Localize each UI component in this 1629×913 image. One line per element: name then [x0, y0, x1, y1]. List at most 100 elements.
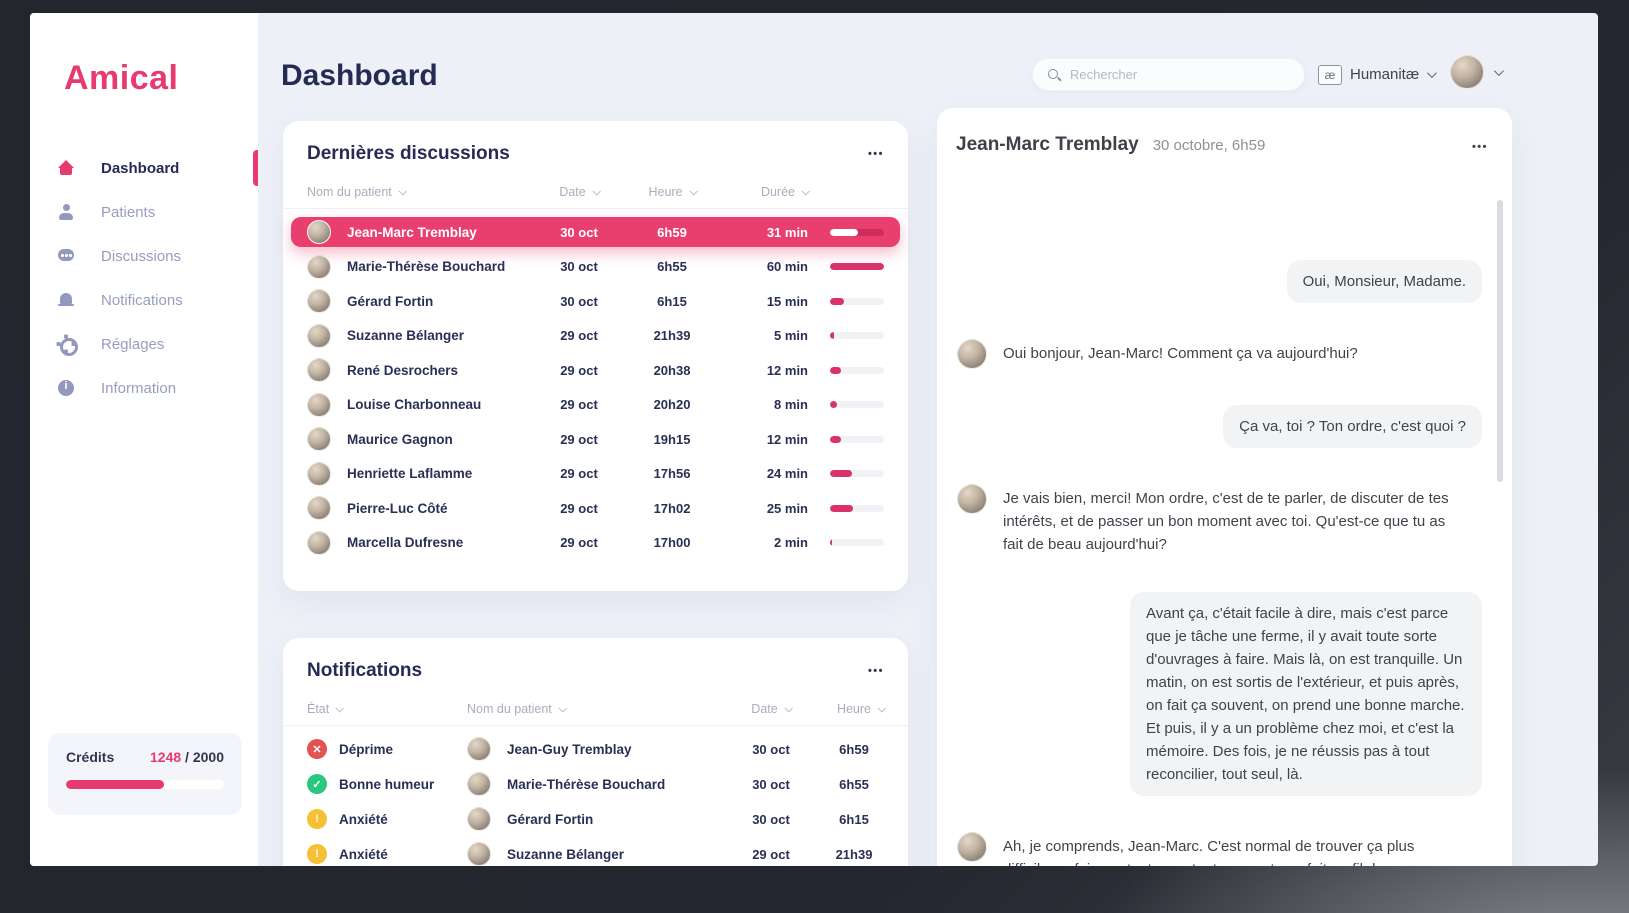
duration-bar-fill [830, 367, 841, 374]
sort-chevron-icon [784, 704, 792, 712]
sidebar-item[interactable]: Dashboard [30, 146, 258, 190]
language-label: Humanitæ [1350, 66, 1419, 83]
sort-duration[interactable]: Durée [728, 185, 808, 199]
notification-time: 21h39 [824, 847, 884, 862]
nav-icon [57, 335, 75, 353]
message-text: Ça va, toi ? Ton ordre, c'est quoi ? [1223, 405, 1482, 448]
page-title: Dashboard [281, 59, 438, 93]
sidebar-item[interactable]: Information [30, 366, 258, 410]
patient-avatar [307, 427, 331, 451]
app-logo: Amical [64, 59, 179, 98]
profile-menu[interactable] [1450, 55, 1501, 89]
status-label: Anxiété [339, 812, 388, 827]
discussion-time: 17h56 [626, 466, 718, 481]
chevron-down-icon [1494, 66, 1504, 76]
notifications-menu-button[interactable]: ••• [868, 665, 884, 677]
chat-message: Je vais bien, merci! Mon ordre, c'est de… [957, 484, 1482, 556]
discussion-duration: 25 min [728, 501, 808, 516]
discussion-date: 29 oct [542, 363, 616, 378]
sort-name[interactable]: Nom du patient [467, 702, 718, 716]
sort-time[interactable]: Heure [626, 185, 718, 199]
status-label: Anxiété [339, 847, 388, 862]
patient-name: Marie-Thérèse Bouchard [347, 259, 505, 274]
discussions-menu-button[interactable]: ••• [868, 148, 884, 160]
discussion-duration: 24 min [728, 466, 808, 481]
message-text: Je vais bien, merci! Mon ordre, c'est de… [1003, 484, 1461, 556]
sidebar-item[interactable]: Notifications [30, 278, 258, 322]
search-input[interactable] [1070, 67, 1270, 82]
table-row[interactable]: Louise Charbonneau 29 oct 20h20 8 min [291, 390, 900, 420]
search-icon [1047, 68, 1061, 82]
patient-avatar [307, 255, 331, 279]
discussion-date: 29 oct [542, 397, 616, 412]
duration-bar-track [830, 505, 884, 512]
sort-date[interactable]: Date [728, 702, 814, 716]
discussions-card: Dernières discussions ••• Nom du patient… [283, 121, 908, 591]
table-row[interactable]: Maurice Gagnon 29 oct 19h15 12 min [291, 424, 900, 454]
sort-time[interactable]: Heure [824, 702, 884, 716]
sort-name[interactable]: Nom du patient [307, 185, 532, 199]
duration-bar-track [830, 436, 884, 443]
patient-name: Maurice Gagnon [347, 432, 453, 447]
sort-status[interactable]: État [307, 702, 457, 716]
chat-message: Ça va, toi ? Ton ordre, c'est quoi ? [957, 405, 1482, 448]
table-row[interactable]: Marcella Dufresne 29 oct 17h00 2 min [291, 528, 900, 558]
duration-bar-track [830, 470, 884, 477]
nav-icon [57, 203, 75, 221]
credits-label: Crédits [66, 749, 114, 765]
status-label: Bonne humeur [339, 777, 434, 792]
patient-name: Louise Charbonneau [347, 397, 481, 412]
chat-messages: Oui, Monsieur, Madame. Oui bonjour, Jean… [957, 168, 1482, 866]
duration-bar-track [830, 367, 884, 374]
message-text: Oui, Monsieur, Madame. [1287, 260, 1482, 303]
discussion-date: 30 oct [542, 259, 616, 274]
notification-time: 6h59 [824, 742, 884, 757]
notification-time: 6h15 [824, 812, 884, 827]
nav-icon [57, 247, 75, 265]
table-row[interactable]: Pierre-Luc Côté 29 oct 17h02 25 min [291, 493, 900, 523]
discussion-duration: 31 min [728, 225, 808, 240]
notification-row[interactable]: ✕Déprime Jean-Guy Tremblay 30 oct 6h59 [307, 734, 884, 764]
patient-name: Jean-Guy Tremblay [507, 742, 632, 757]
sidebar: Amical Dashboard Patients Discussions No… [30, 13, 258, 866]
sidebar-item[interactable]: Discussions [30, 234, 258, 278]
table-row[interactable]: Suzanne Bélanger 29 oct 21h39 5 min [291, 321, 900, 351]
chat-patient-name: Jean-Marc Tremblay [956, 134, 1139, 156]
discussion-duration: 12 min [728, 363, 808, 378]
chat-scrollbar-thumb[interactable] [1497, 200, 1503, 482]
status-icon: ! [307, 809, 327, 829]
table-row[interactable]: Marie-Thérèse Bouchard 30 oct 6h55 60 mi… [291, 252, 900, 282]
chat-card: Jean-Marc Tremblay 30 octobre, 6h59 ••• … [937, 108, 1512, 866]
patient-avatar [307, 393, 331, 417]
duration-bar-track [830, 263, 884, 270]
discussion-date: 29 oct [542, 328, 616, 343]
notification-row[interactable]: !Anxiété Suzanne Bélanger 29 oct 21h39 [307, 839, 884, 866]
patient-name: René Desrochers [347, 363, 458, 378]
duration-bar-fill [830, 401, 837, 408]
discussions-title: Dernières discussions [307, 143, 510, 165]
discussion-date: 29 oct [542, 466, 616, 481]
chat-menu-button[interactable]: ••• [1472, 141, 1488, 153]
notifications-rows: ✕Déprime Jean-Guy Tremblay 30 oct 6h59 ✓… [283, 726, 908, 866]
discussion-time: 19h15 [626, 432, 718, 447]
language-selector[interactable]: æ Humanitæ [1318, 58, 1434, 91]
sort-chevron-icon [336, 704, 344, 712]
patient-avatar [957, 339, 987, 369]
user-avatar [1450, 55, 1484, 89]
sidebar-item-label: Information [101, 380, 176, 397]
desktop-background: Amical Dashboard Patients Discussions No… [0, 0, 1629, 913]
duration-bar-fill [830, 298, 844, 305]
patient-name: Suzanne Bélanger [507, 847, 624, 862]
table-row[interactable]: Henriette Laflamme 29 oct 17h56 24 min [291, 459, 900, 489]
patient-name: Jean-Marc Tremblay [347, 225, 477, 240]
table-row[interactable]: René Desrochers 29 oct 20h38 12 min [291, 355, 900, 385]
sidebar-item[interactable]: Patients [30, 190, 258, 234]
sort-date[interactable]: Date [542, 185, 616, 199]
notification-row[interactable]: !Anxiété Gérard Fortin 30 oct 6h15 [307, 804, 884, 834]
sidebar-item[interactable]: Réglages [30, 322, 258, 366]
table-row[interactable]: Jean-Marc Tremblay 30 oct 6h59 31 min [291, 217, 900, 247]
status-icon: ✓ [307, 774, 327, 794]
search-box[interactable] [1032, 58, 1305, 91]
notification-row[interactable]: ✓Bonne humeur Marie-Thérèse Bouchard 30 … [307, 769, 884, 799]
table-row[interactable]: Gérard Fortin 30 oct 6h15 15 min [291, 286, 900, 316]
